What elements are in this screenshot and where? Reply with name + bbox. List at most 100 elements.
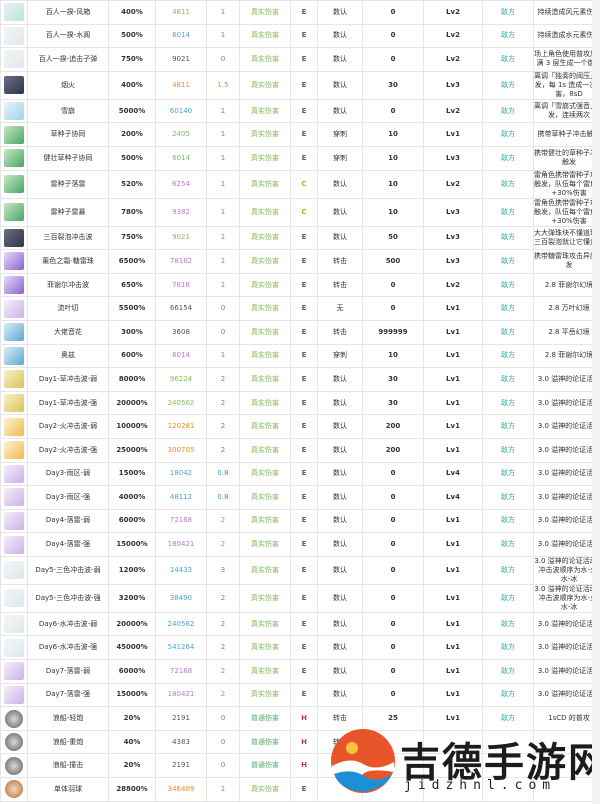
element-grade: E: [290, 272, 318, 298]
skill-icon-cell: [0, 753, 28, 779]
skill-icon-cell: [0, 508, 28, 534]
target-side: 敌方: [482, 461, 534, 487]
damage-type: 真实伤害: [239, 682, 291, 708]
description: 3.0 溢神的论证活动: [533, 437, 600, 463]
element-grade: H: [290, 706, 318, 731]
hit-count: 2: [206, 414, 240, 439]
skill-icon-cell: [0, 249, 28, 274]
element-grade: E: [290, 583, 318, 613]
attack-type: 数认: [317, 197, 363, 227]
description: 离调「雪崩式强音」触发，连续两次: [533, 98, 600, 124]
attack-type: 数认: [317, 508, 363, 534]
description: 3.0 溢神的论证活动，冲击波顺序为水-火-水-冰: [533, 555, 600, 585]
skill-icon: [4, 346, 24, 365]
ratio-percent: 750%: [108, 225, 156, 251]
skill-icon-cell: [0, 555, 28, 585]
description: 3.0 溢神的论证活动: [533, 367, 600, 392]
hit-count: 0: [206, 296, 240, 321]
skill-name: 百人一揆-风箱: [27, 0, 109, 25]
skill-icon: [4, 276, 24, 295]
poise-value: 0: [362, 47, 424, 72]
hit-count: 0.8: [206, 485, 240, 510]
damage-type: 真实伤害: [239, 23, 291, 49]
damage-type: 真实伤害: [239, 197, 291, 227]
skill-name: 浪船-撞击: [27, 753, 109, 779]
level: Lv1: [423, 414, 483, 439]
ratio-percent: 520%: [108, 169, 156, 199]
table-row: 百人一揆-水阁 500% 6014 1 真实伤害 E 数认 0 Lv2 敌方 持续造成水元素伤害: [0, 23, 600, 49]
hit-count: 1: [206, 122, 240, 147]
damage-type: 普通伤害: [239, 729, 291, 755]
ratio-percent: 15000%: [108, 532, 156, 557]
element-grade: E: [290, 532, 318, 557]
element-grade: E: [290, 485, 318, 510]
level: Lv1: [423, 555, 483, 585]
attack-type: 数认: [317, 0, 363, 25]
skill-name: Day1-草冲击波-强: [27, 390, 109, 416]
damage-value: 6254: [155, 169, 207, 199]
skill-name: Day7-落雷-强: [27, 682, 109, 708]
damage-type: 真实伤害: [239, 777, 291, 802]
skill-icon-cell: [0, 23, 28, 49]
hit-count: 0: [206, 319, 240, 345]
skill-icon-cell: [0, 169, 28, 199]
skill-icon-cell: [0, 659, 28, 684]
damage-type: 真实伤害: [239, 659, 291, 684]
ratio-percent: 20%: [108, 753, 156, 779]
skill-icon-cell: [0, 390, 28, 416]
table-row: 烟火 400% 4811 1.5 真实伤害 E 数认 30 Lv3 敌方 离调「独奏的阈压」触发，每…: [0, 70, 600, 100]
damage-value: 346409: [155, 777, 207, 802]
level: Lv1: [423, 682, 483, 708]
element-grade: E: [290, 682, 318, 708]
skill-icon: [4, 488, 24, 507]
table-row: 百人一揆-风箱 400% 4811 1 真实伤害 E 数认 0 Lv2 敌方 持续造成风元素伤害: [0, 0, 600, 25]
level: Lv3: [423, 145, 483, 171]
target-side: 敌方: [482, 23, 534, 49]
table-row: 薰色之霜-糖雷珠 6500% 78182 1 真实伤害 E 转击 500 Lv3 敌方 携带糖雷珠攻…: [0, 249, 600, 274]
table-row: 大佬音花 300% 3608 0 真实伤害 E 转击 999999 Lv1 敌方 2.8 平岳幻境: [0, 319, 600, 345]
skill-icon: [4, 662, 24, 681]
description: 3.0 溢神的论证活动: [533, 390, 600, 416]
damage-type: 真实伤害: [239, 437, 291, 463]
attack-type: 数认: [317, 47, 363, 72]
target-side: 敌方: [482, 583, 534, 613]
element-grade: E: [290, 249, 318, 274]
description: 3.0 溢神的论证活动: [533, 659, 600, 684]
damage-value: 7818: [155, 272, 207, 298]
skill-icon: [4, 417, 24, 436]
damage-value: 14433: [155, 555, 207, 585]
skill-icon: [5, 709, 23, 728]
skill-name: 浪船-重炮: [27, 729, 109, 755]
skill-icon-cell: [0, 367, 28, 392]
table-row: 百人一揆-追击子弹 750% 9021 0 真实伤害 E 数认 0 Lv2 敌方 场上角色使用普攻后…: [0, 47, 600, 72]
attack-type: 转击: [317, 272, 363, 298]
level: Lv1: [423, 367, 483, 392]
table-row: Day4-落雷-弱 6000% 72168 2 真实伤害 E 数认 0 Lv1 敌方 3.0 溢神的…: [0, 508, 600, 534]
element-grade: H: [290, 729, 318, 755]
skill-name: Day7-落雷-弱: [27, 659, 109, 684]
level: Lv2: [423, 98, 483, 124]
skill-name: Day1-草冲击波-弱: [27, 367, 109, 392]
table-row: 健壮草种子协同 500% 6014 1 真实伤害 E 穿刺 10 Lv3 敌方 携带健壮的草种子冲击…: [0, 145, 600, 171]
skill-icon-cell: [0, 225, 28, 251]
target-side: 敌方: [482, 532, 534, 557]
hit-count: 1: [206, 777, 240, 802]
damage-type: 真实伤害: [239, 367, 291, 392]
skill-icon-cell: [0, 197, 28, 227]
ratio-percent: 15000%: [108, 682, 156, 708]
ratio-percent: 4000%: [108, 485, 156, 510]
skill-name: 大佬音花: [27, 319, 109, 345]
target-side: 敌方: [482, 319, 534, 345]
description: 2.8 万叶幻境: [533, 296, 600, 321]
ratio-percent: 5000%: [108, 98, 156, 124]
poise-value: 0: [362, 555, 424, 585]
target-side: 敌方: [482, 145, 534, 171]
skill-icon-cell: [0, 47, 28, 72]
skill-icon: [4, 76, 24, 95]
level: Lv1: [423, 635, 483, 661]
attack-type: 数认: [317, 682, 363, 708]
skill-icon: [5, 780, 23, 799]
description: 场上角色使用普攻后叠满 3 层生成一个御弹: [533, 47, 600, 72]
element-grade: E: [290, 319, 318, 345]
level: Lv3: [423, 70, 483, 100]
